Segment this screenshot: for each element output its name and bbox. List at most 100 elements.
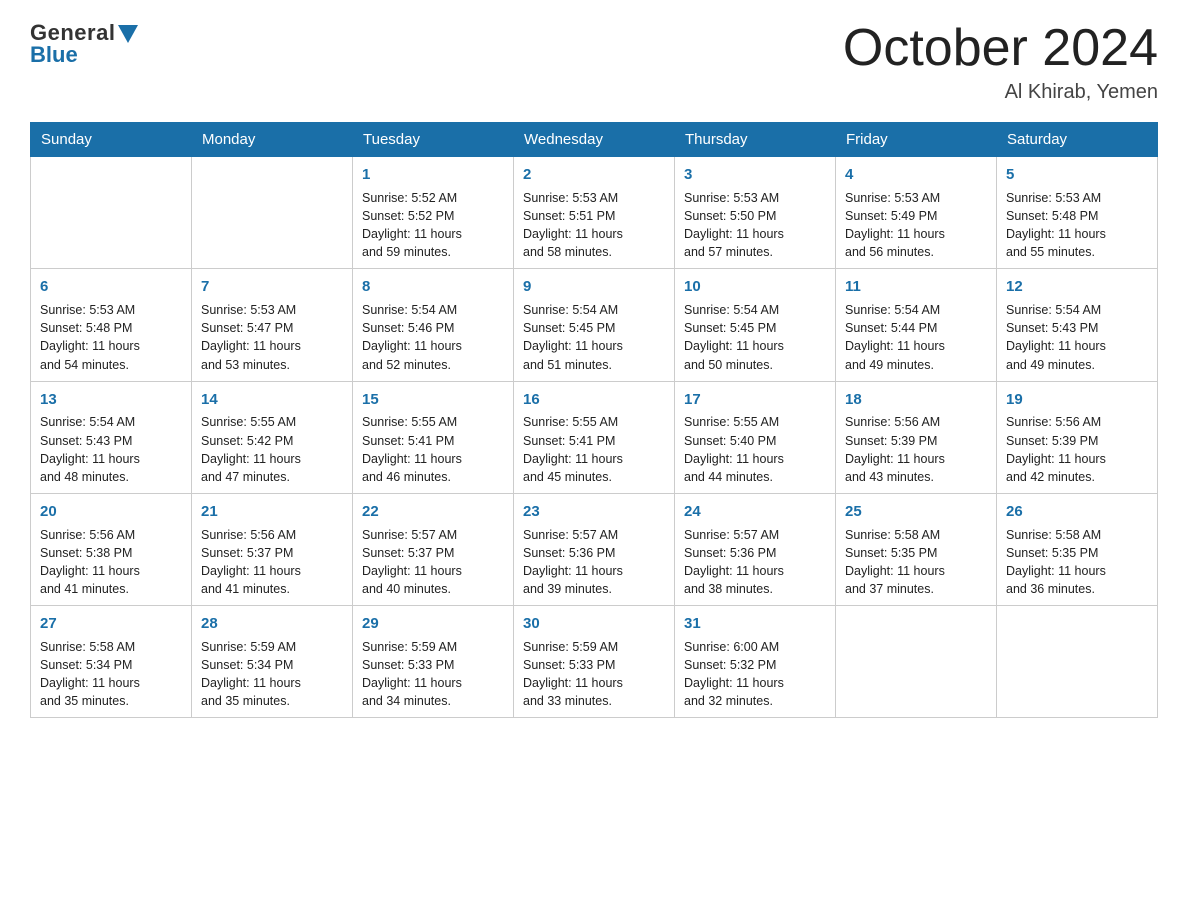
calendar-cell: 18Sunrise: 5:56 AM Sunset: 5:39 PM Dayli…	[836, 381, 997, 493]
calendar-cell: 5Sunrise: 5:53 AM Sunset: 5:48 PM Daylig…	[997, 157, 1158, 269]
calendar-week-row: 13Sunrise: 5:54 AM Sunset: 5:43 PM Dayli…	[31, 381, 1158, 493]
calendar-cell: 25Sunrise: 5:58 AM Sunset: 5:35 PM Dayli…	[836, 493, 997, 605]
calendar-day-header: Wednesday	[514, 123, 675, 157]
day-info: Sunrise: 5:53 AM Sunset: 5:50 PM Dayligh…	[684, 189, 826, 262]
calendar-cell: 28Sunrise: 5:59 AM Sunset: 5:34 PM Dayli…	[192, 606, 353, 718]
day-number: 10	[684, 276, 826, 298]
calendar-cell: 11Sunrise: 5:54 AM Sunset: 5:44 PM Dayli…	[836, 269, 997, 381]
day-number: 28	[201, 613, 343, 635]
day-number: 2	[523, 164, 665, 186]
day-number: 29	[362, 613, 504, 635]
calendar-table: SundayMondayTuesdayWednesdayThursdayFrid…	[30, 122, 1158, 718]
day-info: Sunrise: 5:57 AM Sunset: 5:37 PM Dayligh…	[362, 526, 504, 599]
day-info: Sunrise: 5:55 AM Sunset: 5:42 PM Dayligh…	[201, 413, 343, 486]
day-info: Sunrise: 5:59 AM Sunset: 5:33 PM Dayligh…	[362, 638, 504, 711]
day-number: 19	[1006, 389, 1148, 411]
day-info: Sunrise: 5:58 AM Sunset: 5:35 PM Dayligh…	[1006, 526, 1148, 599]
day-number: 16	[523, 389, 665, 411]
calendar-cell: 1Sunrise: 5:52 AM Sunset: 5:52 PM Daylig…	[353, 157, 514, 269]
calendar-cell: 30Sunrise: 5:59 AM Sunset: 5:33 PM Dayli…	[514, 606, 675, 718]
calendar-day-header: Friday	[836, 123, 997, 157]
day-number: 11	[845, 276, 987, 298]
day-info: Sunrise: 5:55 AM Sunset: 5:41 PM Dayligh…	[362, 413, 504, 486]
month-title: October 2024	[843, 20, 1158, 77]
logo: General Blue	[30, 20, 138, 68]
day-number: 6	[40, 276, 182, 298]
day-info: Sunrise: 5:58 AM Sunset: 5:35 PM Dayligh…	[845, 526, 987, 599]
calendar-cell	[997, 606, 1158, 718]
calendar-cell: 16Sunrise: 5:55 AM Sunset: 5:41 PM Dayli…	[514, 381, 675, 493]
calendar-cell: 8 Sunrise: 5:54 AM Sunset: 5:46 PM Daylig…	[353, 269, 514, 381]
calendar-cell	[31, 157, 192, 269]
day-info: Sunrise: 5:53 AM Sunset: 5:51 PM Dayligh…	[523, 189, 665, 262]
calendar-cell: 15Sunrise: 5:55 AM Sunset: 5:41 PM Dayli…	[353, 381, 514, 493]
calendar-cell: 14Sunrise: 5:55 AM Sunset: 5:42 PM Dayli…	[192, 381, 353, 493]
calendar-cell: 29 Sunrise: 5:59 AM Sunset: 5:33 PM Dayli…	[353, 606, 514, 718]
day-info: Sunrise: 5:54 AM Sunset: 5:46 PM Dayligh…	[362, 301, 504, 374]
day-info: Sunrise: 5:54 AM Sunset: 5:43 PM Dayligh…	[1006, 301, 1148, 374]
day-info: Sunrise: 5:55 AM Sunset: 5:40 PM Dayligh…	[684, 413, 826, 486]
calendar-cell: 2 Sunrise: 5:53 AM Sunset: 5:51 PM Daylig…	[514, 157, 675, 269]
day-number: 15	[362, 389, 504, 411]
calendar-week-row: 1Sunrise: 5:52 AM Sunset: 5:52 PM Daylig…	[31, 157, 1158, 269]
day-number: 22	[362, 501, 504, 523]
day-number: 12	[1006, 276, 1148, 298]
day-info: Sunrise: 5:59 AM Sunset: 5:33 PM Dayligh…	[523, 638, 665, 711]
calendar-cell: 19Sunrise: 5:56 AM Sunset: 5:39 PM Dayli…	[997, 381, 1158, 493]
logo-arrow-icon	[118, 25, 138, 43]
calendar-cell	[192, 157, 353, 269]
calendar-week-row: 27 Sunrise: 5:58 AM Sunset: 5:34 PM Dayli…	[31, 606, 1158, 718]
calendar-header-row: SundayMondayTuesdayWednesdayThursdayFrid…	[31, 123, 1158, 157]
day-info: Sunrise: 5:56 AM Sunset: 5:37 PM Dayligh…	[201, 526, 343, 599]
calendar-cell: 27 Sunrise: 5:58 AM Sunset: 5:34 PM Dayli…	[31, 606, 192, 718]
page-header: General Blue October 2024 Al Khirab, Yem…	[30, 20, 1158, 104]
day-info: Sunrise: 5:53 AM Sunset: 5:48 PM Dayligh…	[40, 301, 182, 374]
calendar-cell: 4 Sunrise: 5:53 AM Sunset: 5:49 PM Daylig…	[836, 157, 997, 269]
day-info: Sunrise: 5:56 AM Sunset: 5:39 PM Dayligh…	[1006, 413, 1148, 486]
location: Al Khirab, Yemen	[843, 81, 1158, 104]
calendar-week-row: 20Sunrise: 5:56 AM Sunset: 5:38 PM Dayli…	[31, 493, 1158, 605]
day-info: Sunrise: 5:53 AM Sunset: 5:49 PM Dayligh…	[845, 189, 987, 262]
calendar-cell: 3 Sunrise: 5:53 AM Sunset: 5:50 PM Daylig…	[675, 157, 836, 269]
day-number: 23	[523, 501, 665, 523]
calendar-cell: 23Sunrise: 5:57 AM Sunset: 5:36 PM Dayli…	[514, 493, 675, 605]
calendar-cell: 21Sunrise: 5:56 AM Sunset: 5:37 PM Dayli…	[192, 493, 353, 605]
calendar-body: 1Sunrise: 5:52 AM Sunset: 5:52 PM Daylig…	[31, 157, 1158, 718]
calendar-cell: 31 Sunrise: 6:00 AM Sunset: 5:32 PM Dayli…	[675, 606, 836, 718]
calendar-cell: 20Sunrise: 5:56 AM Sunset: 5:38 PM Dayli…	[31, 493, 192, 605]
calendar-cell: 12 Sunrise: 5:54 AM Sunset: 5:43 PM Dayli…	[997, 269, 1158, 381]
day-info: Sunrise: 5:54 AM Sunset: 5:45 PM Dayligh…	[523, 301, 665, 374]
day-number: 27	[40, 613, 182, 635]
calendar-cell: 24Sunrise: 5:57 AM Sunset: 5:36 PM Dayli…	[675, 493, 836, 605]
day-number: 1	[362, 164, 504, 186]
day-number: 13	[40, 389, 182, 411]
calendar-day-header: Thursday	[675, 123, 836, 157]
calendar-day-header: Sunday	[31, 123, 192, 157]
day-number: 14	[201, 389, 343, 411]
calendar-day-header: Saturday	[997, 123, 1158, 157]
day-number: 8	[362, 276, 504, 298]
calendar-cell: 10 Sunrise: 5:54 AM Sunset: 5:45 PM Dayli…	[675, 269, 836, 381]
calendar-cell: 7 Sunrise: 5:53 AM Sunset: 5:47 PM Daylig…	[192, 269, 353, 381]
calendar-cell	[836, 606, 997, 718]
day-number: 3	[684, 164, 826, 186]
day-info: Sunrise: 5:54 AM Sunset: 5:45 PM Dayligh…	[684, 301, 826, 374]
day-number: 18	[845, 389, 987, 411]
day-number: 26	[1006, 501, 1148, 523]
day-info: Sunrise: 5:54 AM Sunset: 5:43 PM Dayligh…	[40, 413, 182, 486]
calendar-week-row: 6 Sunrise: 5:53 AM Sunset: 5:48 PM Daylig…	[31, 269, 1158, 381]
day-number: 4	[845, 164, 987, 186]
calendar-cell: 17Sunrise: 5:55 AM Sunset: 5:40 PM Dayli…	[675, 381, 836, 493]
day-number: 17	[684, 389, 826, 411]
day-number: 7	[201, 276, 343, 298]
day-number: 24	[684, 501, 826, 523]
logo-blue-label: Blue	[30, 42, 78, 68]
day-info: Sunrise: 6:00 AM Sunset: 5:32 PM Dayligh…	[684, 638, 826, 711]
day-info: Sunrise: 5:53 AM Sunset: 5:47 PM Dayligh…	[201, 301, 343, 374]
day-info: Sunrise: 5:53 AM Sunset: 5:48 PM Dayligh…	[1006, 189, 1148, 262]
calendar-cell: 6 Sunrise: 5:53 AM Sunset: 5:48 PM Daylig…	[31, 269, 192, 381]
day-number: 20	[40, 501, 182, 523]
day-info: Sunrise: 5:58 AM Sunset: 5:34 PM Dayligh…	[40, 638, 182, 711]
day-number: 9	[523, 276, 665, 298]
day-number: 31	[684, 613, 826, 635]
